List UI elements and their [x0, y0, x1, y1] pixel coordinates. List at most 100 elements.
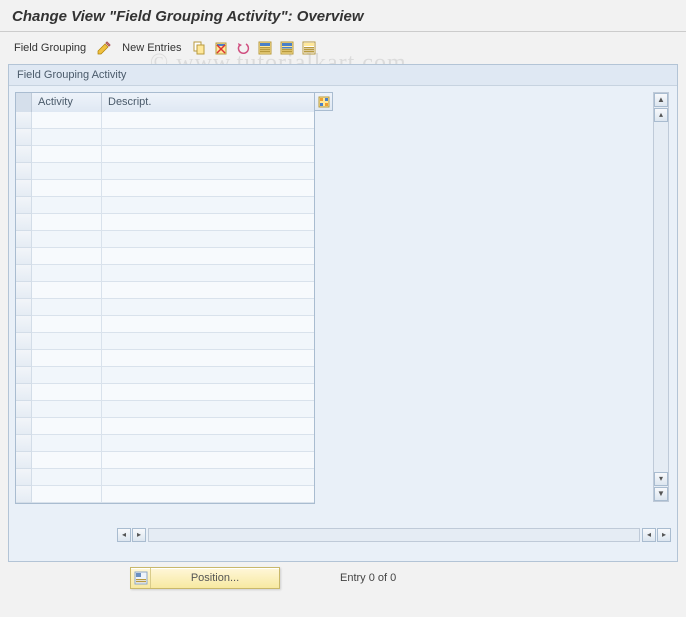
cell-descript[interactable] [102, 180, 314, 197]
cell-descript[interactable] [102, 299, 314, 316]
row-selector[interactable] [16, 214, 32, 231]
cell-activity[interactable] [32, 316, 102, 333]
cell-descript[interactable] [102, 367, 314, 384]
scroll-down-icon[interactable]: ▼ [654, 487, 668, 501]
cell-activity[interactable] [32, 367, 102, 384]
cell-activity[interactable] [32, 214, 102, 231]
row-selector[interactable] [16, 333, 32, 350]
table-row[interactable] [16, 384, 314, 401]
cell-descript[interactable] [102, 197, 314, 214]
cell-descript[interactable] [102, 486, 314, 503]
cell-descript[interactable] [102, 146, 314, 163]
inner-scroll-left-icon[interactable]: ◂ [117, 528, 131, 542]
row-selector[interactable] [16, 299, 32, 316]
table-row[interactable] [16, 486, 314, 503]
new-entries-button[interactable]: New Entries [118, 40, 185, 56]
deselect-all-icon[interactable] [301, 40, 317, 56]
cell-activity[interactable] [32, 180, 102, 197]
cell-descript[interactable] [102, 469, 314, 486]
row-selector[interactable] [16, 163, 32, 180]
cell-descript[interactable] [102, 333, 314, 350]
table-row[interactable] [16, 418, 314, 435]
select-all-column-header[interactable] [16, 93, 32, 112]
cell-activity[interactable] [32, 469, 102, 486]
cell-descript[interactable] [102, 112, 314, 129]
scroll-up-icon[interactable]: ▲ [654, 93, 668, 107]
row-selector[interactable] [16, 316, 32, 333]
table-row[interactable] [16, 112, 314, 129]
cell-descript[interactable] [102, 384, 314, 401]
cell-activity[interactable] [32, 401, 102, 418]
cell-activity[interactable] [32, 112, 102, 129]
column-header-descript[interactable]: Descript. [102, 93, 314, 112]
position-button[interactable]: Position... [130, 567, 280, 589]
row-selector[interactable] [16, 248, 32, 265]
vertical-scrollbar[interactable]: ▲ ▴ ▾ ▼ [653, 92, 669, 502]
table-row[interactable] [16, 367, 314, 384]
table-row[interactable] [16, 214, 314, 231]
row-selector[interactable] [16, 112, 32, 129]
row-selector[interactable] [16, 265, 32, 282]
cell-descript[interactable] [102, 452, 314, 469]
table-row[interactable] [16, 180, 314, 197]
select-all-icon[interactable] [257, 40, 273, 56]
table-row[interactable] [16, 350, 314, 367]
table-settings-icon[interactable] [315, 92, 333, 111]
cell-descript[interactable] [102, 316, 314, 333]
table-row[interactable] [16, 231, 314, 248]
row-selector[interactable] [16, 129, 32, 146]
row-selector[interactable] [16, 486, 32, 503]
row-selector[interactable] [16, 180, 32, 197]
cell-descript[interactable] [102, 265, 314, 282]
cell-activity[interactable] [32, 265, 102, 282]
table-row[interactable] [16, 265, 314, 282]
row-selector[interactable] [16, 231, 32, 248]
cell-descript[interactable] [102, 282, 314, 299]
table-row[interactable] [16, 163, 314, 180]
cell-activity[interactable] [32, 163, 102, 180]
cell-descript[interactable] [102, 248, 314, 265]
cell-activity[interactable] [32, 384, 102, 401]
cell-descript[interactable] [102, 214, 314, 231]
cell-descript[interactable] [102, 129, 314, 146]
cell-activity[interactable] [32, 350, 102, 367]
row-selector[interactable] [16, 367, 32, 384]
cell-descript[interactable] [102, 401, 314, 418]
pencil-icon[interactable] [96, 40, 112, 56]
copy-icon[interactable] [191, 40, 207, 56]
row-selector[interactable] [16, 282, 32, 299]
row-selector[interactable] [16, 452, 32, 469]
row-selector[interactable] [16, 469, 32, 486]
cell-descript[interactable] [102, 231, 314, 248]
cell-descript[interactable] [102, 350, 314, 367]
scroll-track[interactable] [148, 528, 640, 542]
table-row[interactable] [16, 282, 314, 299]
table-row[interactable] [16, 248, 314, 265]
cell-activity[interactable] [32, 248, 102, 265]
field-grouping-button[interactable]: Field Grouping [10, 40, 90, 56]
table-row[interactable] [16, 197, 314, 214]
delete-icon[interactable] [213, 40, 229, 56]
cell-activity[interactable] [32, 197, 102, 214]
cell-activity[interactable] [32, 231, 102, 248]
table-row[interactable] [16, 452, 314, 469]
table-row[interactable] [16, 435, 314, 452]
cell-activity[interactable] [32, 452, 102, 469]
column-header-activity[interactable]: Activity [32, 93, 102, 112]
cell-descript[interactable] [102, 435, 314, 452]
table-row[interactable] [16, 469, 314, 486]
table-row[interactable] [16, 146, 314, 163]
cell-activity[interactable] [32, 129, 102, 146]
row-selector[interactable] [16, 435, 32, 452]
scroll-right-icon[interactable]: ▸ [657, 528, 671, 542]
row-selector[interactable] [16, 384, 32, 401]
cell-activity[interactable] [32, 418, 102, 435]
cell-activity[interactable] [32, 282, 102, 299]
row-selector[interactable] [16, 146, 32, 163]
cell-activity[interactable] [32, 146, 102, 163]
row-selector[interactable] [16, 401, 32, 418]
cell-activity[interactable] [32, 435, 102, 452]
scroll-left-icon[interactable]: ◂ [642, 528, 656, 542]
table-row[interactable] [16, 401, 314, 418]
scroll-down-step-icon[interactable]: ▾ [654, 472, 668, 486]
